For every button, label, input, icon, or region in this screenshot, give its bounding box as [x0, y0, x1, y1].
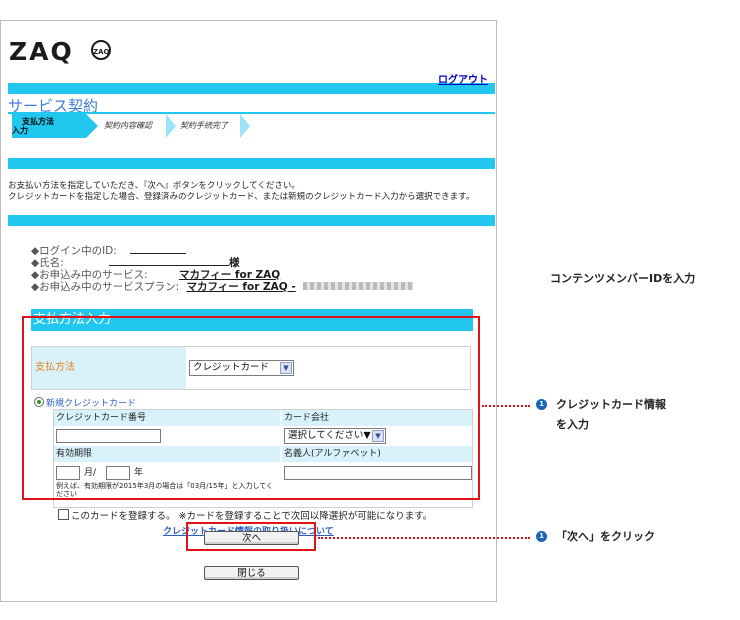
next-button-highlight [186, 522, 316, 551]
login-id-label: ◆ログイン中のID: [31, 245, 117, 257]
step-confirm: 契約内容確認 [104, 121, 152, 130]
name-label: ◆氏名: [31, 257, 64, 269]
lower-cyan-bar [8, 215, 495, 226]
service-label: ◆お申込み中のサービス: [31, 269, 148, 281]
annotation-line: クレジットカード情報 [556, 398, 666, 411]
account-info: ◆ログイン中のID: ◆氏名: 様 ◆お申込み中のサービス: マカフィー for… [31, 245, 414, 293]
card-info-annotation: クレジットカード情報 を入力 [556, 395, 666, 435]
step-arrow-2 [166, 114, 176, 138]
step-complete: 契約手続完了 [180, 121, 228, 130]
next-connector [318, 537, 530, 539]
zaq-logo: ZAQ [9, 37, 74, 66]
card-info-connector [482, 405, 530, 407]
annotation-line: を入力 [556, 418, 589, 431]
mid-cyan-bar [8, 158, 495, 169]
card-info-highlight [22, 316, 480, 500]
step-payment-input: 支払方法 入力 [12, 114, 86, 138]
service-value: マカフィー for ZAQ [178, 269, 281, 281]
plan-value: マカフィー for ZAQ - [186, 281, 296, 293]
step-arrow-3 [240, 114, 250, 138]
instruction-line: クレジットカードを指定した場合、登録済みのクレジットカード、または新規のクレジッ… [8, 192, 475, 202]
logout-link[interactable]: ログアウト [438, 71, 488, 86]
step-bullet: 1 [536, 531, 547, 542]
instruction-line: お支払い方法を指定していただき、『次へ』ボタンをクリックしてください。 [8, 181, 300, 191]
register-card-label: このカードを登録する。 ※カードを登録することで次回以降選択が可能になります。 [71, 511, 433, 522]
name-suffix: 様 [228, 257, 240, 269]
redacted-plan [303, 282, 414, 290]
login-id-value [130, 253, 187, 254]
top-cyan-bar [8, 83, 495, 94]
plan-label: ◆お申込み中のサービスプラン: [31, 281, 180, 293]
step-arrow-1 [86, 114, 98, 138]
checkbox[interactable] [58, 509, 69, 520]
instructions: お支払い方法を指定していただき、『次へ』ボタンをクリックしてください。 クレジッ… [8, 181, 474, 203]
step-bullet: 1 [536, 399, 547, 410]
close-button[interactable]: 閉じる [204, 566, 299, 580]
side-note: コンテンツメンバーIDを入力 [550, 272, 696, 285]
browser-window: ZAQ ZAQ ログアウト サービス契約 支払方法 入力 契約内容確認 契約手続… [0, 20, 497, 602]
step-indicator: 支払方法 入力 契約内容確認 契約手続完了 [8, 114, 338, 140]
zaq-logo-badge: ZAQ [91, 40, 111, 60]
register-card-option[interactable]: このカードを登録する。 ※カードを登録することで次回以降選択が可能になります。 [58, 508, 432, 522]
click-next-annotation: 「次へ」をクリック [556, 530, 655, 543]
